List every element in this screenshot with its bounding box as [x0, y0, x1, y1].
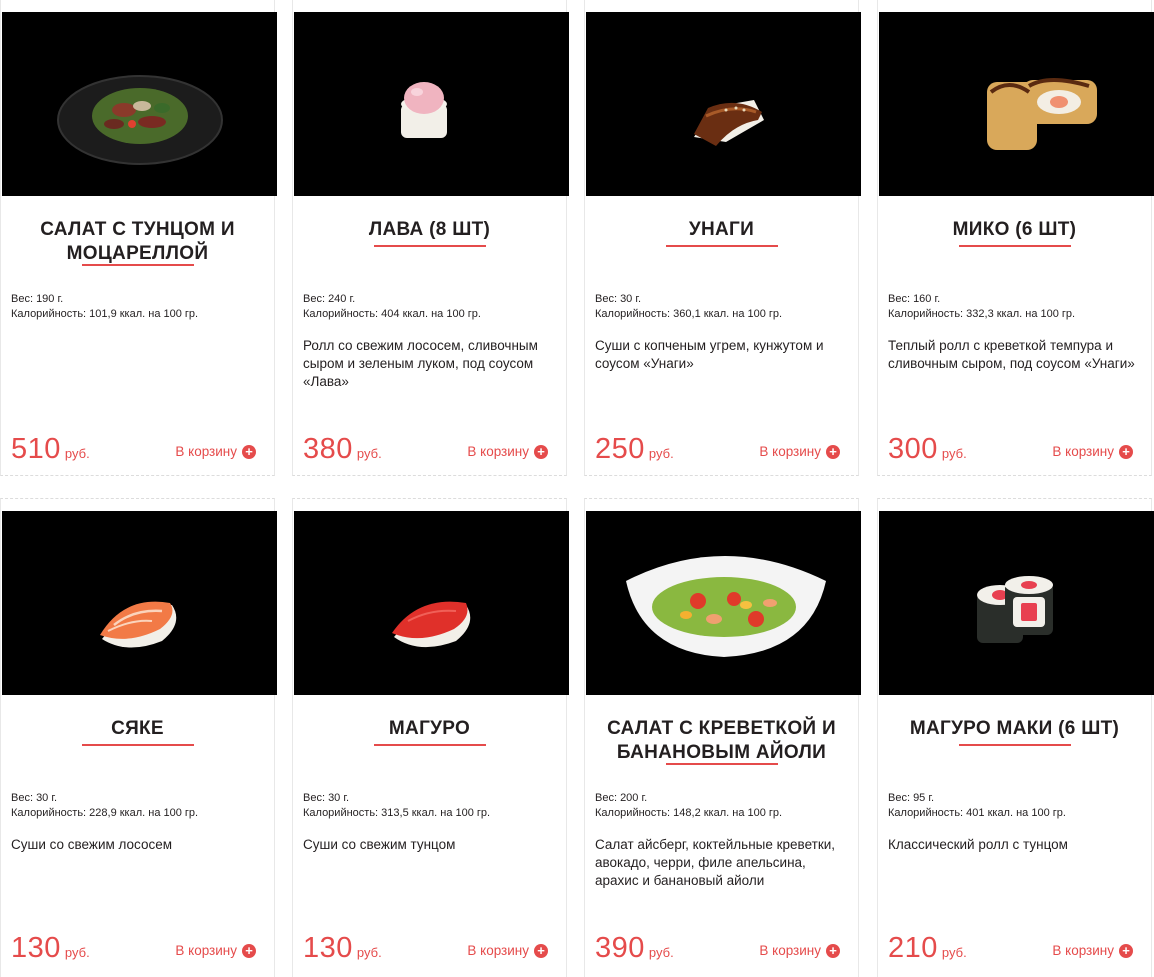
plus-icon: + [1119, 943, 1133, 958]
product-photo-tuna-salad[interactable] [2, 12, 277, 196]
product-specs: Вес: 30 г. Калорийность: 360,1 ккал. на … [595, 292, 782, 322]
product-calories: Калорийность: 360,1 ккал. на 100 гр. [595, 308, 783, 320]
product-calories: Калорийность: 401 ккал. на 100 гр. [888, 807, 1066, 819]
product-card: УНАГИ Вес: 30 г. Калорийность: 360,1 кка… [584, 0, 861, 476]
product-weight: Вес: 190 г. [11, 293, 64, 305]
product-price: 130 руб. [303, 932, 382, 964]
product-specs: Вес: 30 г. Калорийность: 228,9 ккал. на … [11, 791, 198, 821]
product-specs: Вес: 30 г. Калорийность: 313,5 ккал. на … [303, 791, 490, 821]
product-weight: Вес: 30 г. [11, 792, 58, 804]
product-title[interactable]: МАГУРО МАКИ (6 ШТ) [886, 717, 1143, 746]
plus-icon: + [826, 444, 840, 459]
title-underline [665, 763, 778, 765]
product-title[interactable]: УНАГИ [593, 218, 850, 247]
add-to-cart-button[interactable]: В корзину + [759, 943, 840, 958]
plus-icon: + [1119, 444, 1133, 459]
title-underline [958, 245, 1071, 247]
product-photo-maguro-maki[interactable] [879, 511, 1154, 695]
product-description: Ролл со свежим лососем, сливочным сыром … [303, 338, 538, 389]
add-to-cart-button[interactable]: В корзину + [467, 444, 548, 459]
product-description: Суши с копченым угрем, кунжутом и соусом… [595, 338, 824, 371]
plus-icon: + [534, 444, 548, 459]
product-photo-unagi[interactable] [586, 12, 861, 196]
product-description: Салат айсберг, коктейльные креветки, аво… [595, 837, 836, 888]
product-title[interactable]: САЛАТ С ТУНЦОМ И МОЦАРЕЛЛОЙ [9, 218, 266, 266]
product-specs: Вес: 200 г. Калорийность: 148,2 ккал. на… [595, 791, 782, 821]
product-photo-maguro[interactable] [294, 511, 569, 695]
product-price: 300 руб. [888, 433, 967, 465]
product-photo-miko[interactable] [879, 12, 1154, 196]
product-title[interactable]: МИКО (6 ШТ) [886, 218, 1143, 247]
product-card: МИКО (6 ШТ) Вес: 160 г. Калорийность: 33… [877, 0, 1154, 476]
product-card: САЛАТ С КРЕВЕТКОЙ И БАНАНОВЫМ АЙОЛИ Вес:… [584, 498, 861, 977]
product-title[interactable]: САЛАТ С КРЕВЕТКОЙ И БАНАНОВЫМ АЙОЛИ [593, 717, 850, 765]
product-calories: Калорийность: 228,9 ккал. на 100 гр. [11, 807, 199, 819]
product-photo-shrimp-salad[interactable] [586, 511, 861, 695]
product-title[interactable]: МАГУРО [301, 717, 558, 746]
product-calories: Калорийность: 148,2 ккал. на 100 гр. [595, 807, 783, 819]
product-weight: Вес: 200 г. [595, 792, 648, 804]
title-underline [81, 744, 194, 746]
product-calories: Калорийность: 404 ккал. на 100 гр. [303, 308, 481, 320]
product-title[interactable]: ЛАВА (8 ШТ) [301, 218, 558, 247]
product-card: МАГУРО МАКИ (6 ШТ) Вес: 95 г. Калорийнос… [877, 498, 1154, 977]
add-to-cart-button[interactable]: В корзину + [759, 444, 840, 459]
product-title[interactable]: СЯКЕ [9, 717, 266, 746]
product-weight: Вес: 30 г. [595, 293, 642, 305]
product-weight: Вес: 95 г. [888, 792, 935, 804]
product-photo-syake[interactable] [2, 511, 277, 695]
plus-icon: + [534, 943, 548, 958]
product-description: Суши со свежим лососем [11, 837, 172, 852]
product-calories: Калорийность: 101,9 ккал. на 100 гр. [11, 308, 199, 320]
product-weight: Вес: 240 г. [303, 293, 356, 305]
product-price: 510 руб. [11, 433, 90, 465]
product-calories: Калорийность: 313,5 ккал. на 100 гр. [303, 807, 491, 819]
product-card: ЛАВА (8 ШТ) Вес: 240 г. Калорийность: 40… [292, 0, 569, 476]
product-specs: Вес: 190 г. Калорийность: 101,9 ккал. на… [11, 292, 198, 322]
plus-icon: + [242, 444, 256, 459]
title-underline [665, 245, 778, 247]
product-specs: Вес: 240 г. Калорийность: 404 ккал. на 1… [303, 292, 481, 322]
product-calories: Калорийность: 332,3 ккал. на 100 гр. [888, 308, 1076, 320]
product-photo-lava[interactable] [294, 12, 569, 196]
add-to-cart-button[interactable]: В корзину + [175, 444, 256, 459]
add-to-cart-button[interactable]: В корзину + [1052, 943, 1133, 958]
product-price: 390 руб. [595, 932, 674, 964]
title-underline [373, 744, 486, 746]
product-description: Суши со свежим тунцом [303, 837, 456, 852]
add-to-cart-button[interactable]: В корзину + [467, 943, 548, 958]
plus-icon: + [826, 943, 840, 958]
product-weight: Вес: 30 г. [303, 792, 350, 804]
product-price: 250 руб. [595, 433, 674, 465]
product-card: САЛАТ С ТУНЦОМ И МОЦАРЕЛЛОЙ Вес: 190 г. … [0, 0, 277, 476]
product-price: 380 руб. [303, 433, 382, 465]
product-price: 130 руб. [11, 932, 90, 964]
product-specs: Вес: 160 г. Калорийность: 332,3 ккал. на… [888, 292, 1075, 322]
add-to-cart-button[interactable]: В корзину + [1052, 444, 1133, 459]
title-underline [373, 245, 486, 247]
product-card: МАГУРО Вес: 30 г. Калорийность: 313,5 кк… [292, 498, 569, 977]
product-weight: Вес: 160 г. [888, 293, 941, 305]
add-to-cart-button[interactable]: В корзину + [175, 943, 256, 958]
product-grid: САЛАТ С ТУНЦОМ И МОЦАРЕЛЛОЙ Вес: 190 г. … [0, 0, 1154, 977]
product-specs: Вес: 95 г. Калорийность: 401 ккал. на 10… [888, 791, 1066, 821]
plus-icon: + [242, 943, 256, 958]
product-description: Классический ролл с тунцом [888, 837, 1068, 852]
title-underline [81, 264, 194, 266]
product-description: Теплый ролл с креветкой темпура и сливоч… [888, 338, 1135, 371]
product-price: 210 руб. [888, 932, 967, 964]
title-underline [958, 744, 1071, 746]
product-card: СЯКЕ Вес: 30 г. Калорийность: 228,9 ккал… [0, 498, 277, 977]
